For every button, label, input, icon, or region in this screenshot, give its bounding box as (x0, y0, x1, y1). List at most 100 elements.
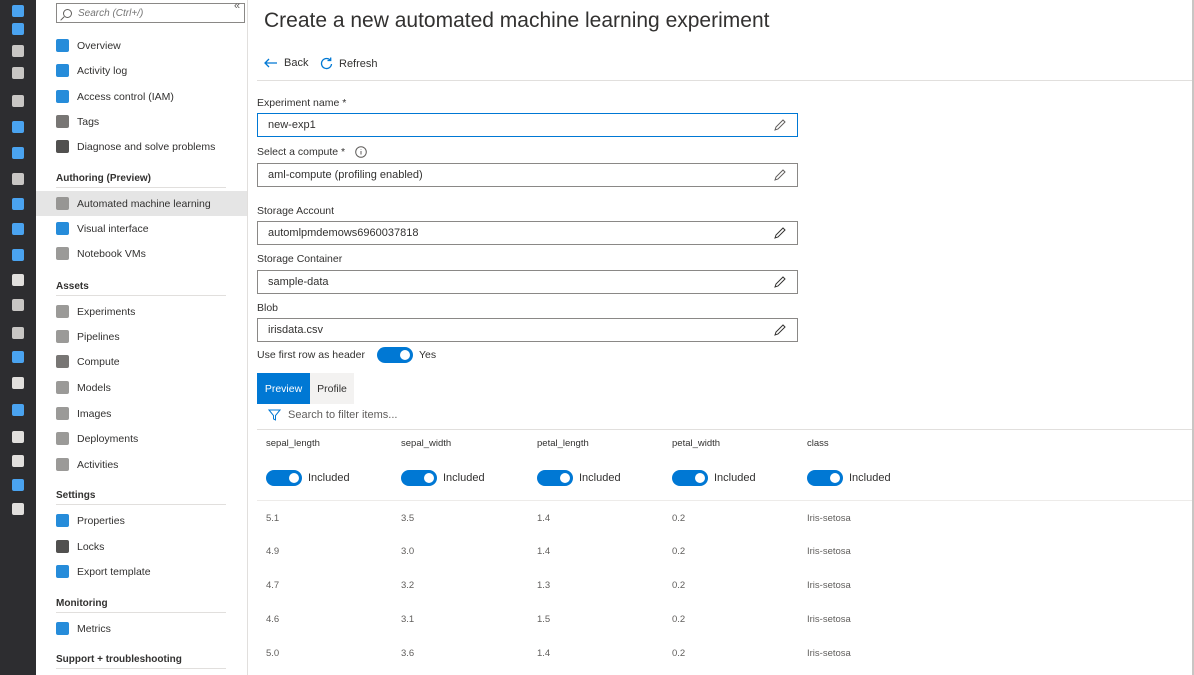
sidebar-item-activities[interactable]: Activities (36, 452, 247, 477)
cosmos-db-icon[interactable] (10, 221, 26, 237)
grid-top-border (257, 429, 1194, 430)
column-include-toggle[interactable] (672, 470, 708, 486)
header-row-toggle[interactable] (376, 347, 413, 363)
favorites-star-icon[interactable] (10, 65, 26, 81)
compute-label-row: Select a compute * (257, 146, 367, 158)
virtual-networks-icon[interactable] (10, 325, 26, 341)
sidebar-item-automated-machine-learning[interactable]: Automated machine learning (36, 191, 247, 216)
cosmos-db-icon-glyph (12, 223, 24, 235)
column-include-toggle[interactable] (537, 470, 573, 486)
table-cell: 4.7 (266, 580, 280, 591)
table-cell: 0.2 (672, 614, 686, 625)
tab-preview[interactable]: Preview (257, 373, 310, 404)
sidebar-item-pipelines[interactable]: Pipelines (36, 324, 247, 349)
advisor-icon-glyph (12, 404, 24, 416)
sidebar-item-label: Locks (77, 540, 105, 553)
table-cell: Iris-setosa (807, 580, 851, 591)
sidebar-item-notebook-vms[interactable]: Notebook VMs (36, 241, 247, 266)
filter-funnel-icon (268, 409, 281, 421)
virtual-machines-icon[interactable] (10, 247, 26, 263)
key-icon[interactable] (10, 501, 26, 517)
sidebar-item-tags[interactable]: Tags (36, 109, 247, 134)
sidebar-item-overview[interactable]: Overview (36, 33, 247, 58)
tab-profile[interactable]: Profile (310, 373, 354, 404)
resource-groups-icon[interactable] (10, 119, 26, 135)
sidebar-item-deployments[interactable]: Deployments (36, 426, 247, 451)
table-cell: 0.2 (672, 513, 686, 524)
tag-icon (56, 115, 69, 128)
refresh-button[interactable]: Refresh (320, 57, 378, 70)
monitor-icon-glyph (12, 377, 24, 389)
table-cell: 3.2 (401, 580, 415, 591)
compute-field[interactable]: aml-compute (profiling enabled) (257, 163, 798, 187)
page-title: Create a new automated machine learning … (264, 9, 770, 32)
all-services-icon[interactable] (10, 43, 26, 59)
storage-accounts-icon[interactable] (10, 297, 26, 313)
models-icon (56, 381, 69, 394)
app-services-icon[interactable] (10, 145, 26, 161)
sidebar-item-locks[interactable]: Locks (36, 534, 247, 559)
header-row-value: Yes (418, 349, 437, 361)
column-include-label: Included (714, 472, 756, 484)
back-button[interactable]: Back (264, 57, 308, 69)
sidebar-item-label: Tags (77, 115, 100, 128)
monitor-icon[interactable] (10, 375, 26, 391)
edit-pencil-icon (774, 119, 786, 131)
storage-account-field[interactable]: automlpmdemows6960037818 (257, 221, 798, 245)
blob-field[interactable]: irisdata.csv (257, 318, 798, 342)
sql-databases-icon[interactable] (10, 196, 26, 212)
table-cell: Iris-setosa (807, 648, 851, 659)
sidebar-item-metrics[interactable]: Metrics (36, 616, 247, 641)
column-include-toggle[interactable] (266, 470, 302, 486)
sidebar-item-experiments[interactable]: Experiments (36, 299, 247, 324)
storage-container-field[interactable]: sample-data (257, 270, 798, 294)
experiment-name-field[interactable]: new-exp1 (257, 113, 798, 137)
experiment-name-label: Experiment name * (257, 97, 347, 109)
sidebar-item-compute[interactable]: Compute (36, 349, 247, 374)
function-apps-icon[interactable] (10, 171, 26, 187)
table-cell: 0.2 (672, 580, 686, 591)
sidebar-item-images[interactable]: Images (36, 401, 247, 426)
sidebar-item-activity-log[interactable]: Activity log (36, 58, 247, 83)
column-header: class (807, 438, 829, 449)
azure-ad-icon[interactable] (10, 349, 26, 365)
refresh-icon (320, 57, 333, 70)
experiment-name-value: new-exp1 (268, 119, 316, 131)
filter-box[interactable]: Search to filter items... (268, 409, 397, 421)
menu-search-box[interactable] (56, 3, 245, 23)
all-resources-icon[interactable] (10, 93, 26, 109)
collapse-menu-button[interactable]: « (234, 0, 240, 12)
help-support-icon[interactable] (10, 477, 26, 493)
info-icon[interactable] (355, 146, 367, 158)
load-balancers-icon[interactable] (10, 272, 26, 288)
sidebar-item-label: Activity log (77, 64, 128, 77)
filter-placeholder: Search to filter items... (288, 409, 398, 421)
security-center-icon[interactable] (10, 429, 26, 445)
compute-label: Select a compute * (257, 146, 346, 158)
command-bar-divider (257, 80, 1194, 81)
visual-interface-icon (56, 222, 69, 235)
column-include-toggle[interactable] (401, 470, 437, 486)
all-services-icon-glyph (12, 45, 24, 57)
sidebar-item-label: Compute (77, 355, 120, 368)
sidebar-item-label: Diagnose and solve problems (77, 140, 216, 153)
home-icon[interactable] (10, 3, 26, 19)
sidebar-item-visual-interface[interactable]: Visual interface (36, 216, 247, 241)
advisor-icon[interactable] (10, 402, 26, 418)
sidebar-item-access-control-iam[interactable]: Access control (IAM) (36, 84, 247, 109)
column-include-setting: Included (672, 470, 756, 486)
column-header: petal_width (672, 438, 721, 449)
menu-search-input[interactable] (78, 7, 228, 19)
sidebar-item-models[interactable]: Models (36, 375, 247, 400)
favorites-star-icon-glyph (12, 67, 24, 79)
images-icon (56, 407, 69, 420)
table-cell: 5.1 (266, 513, 280, 524)
edit-pencil-icon (774, 276, 786, 288)
sidebar-item-export-template[interactable]: Export template (36, 559, 247, 584)
sidebar-item-diagnose-and-solve-problems[interactable]: Diagnose and solve problems (36, 134, 247, 159)
sidebar-item-properties[interactable]: Properties (36, 508, 247, 533)
column-include-toggle[interactable] (807, 470, 843, 486)
column-header: sepal_length (266, 438, 320, 449)
dashboard-icon[interactable] (10, 21, 26, 37)
cost-management-icon[interactable] (10, 453, 26, 469)
